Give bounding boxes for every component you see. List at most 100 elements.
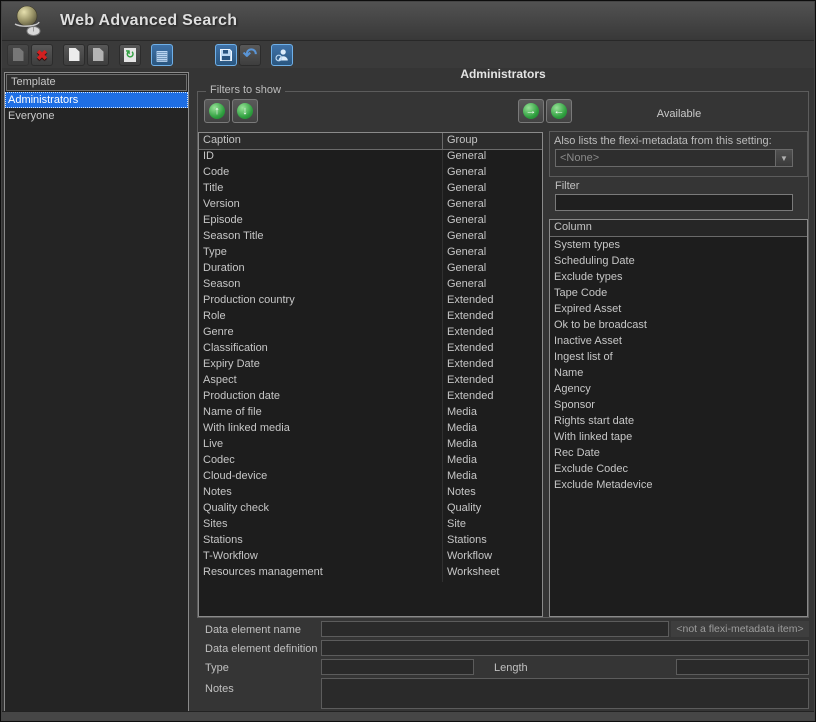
notes-input[interactable] <box>321 678 809 709</box>
table-row[interactable]: SitesSite <box>199 518 542 534</box>
group-cell: Quality <box>443 502 542 518</box>
table-row[interactable]: GenreExtended <box>199 326 542 342</box>
list-item[interactable]: Sponsor <box>550 397 807 413</box>
paste-button[interactable] <box>87 44 109 66</box>
template-panel: Template AdministratorsEveryone <box>4 72 189 715</box>
group-cell: Media <box>443 422 542 438</box>
table-row[interactable]: LiveMedia <box>199 438 542 454</box>
caption-cell: Version <box>199 198 443 214</box>
group-cell: Media <box>443 470 542 486</box>
list-item[interactable]: Scheduling Date <box>550 253 807 269</box>
caption-cell: Classification <box>199 342 443 358</box>
table-row[interactable]: Expiry DateExtended <box>199 358 542 374</box>
filter-input[interactable] <box>555 194 793 211</box>
grid-view-icon: ▦ <box>155 48 168 62</box>
list-item[interactable]: System types <box>550 237 807 253</box>
table-row[interactable]: RoleExtended <box>199 310 542 326</box>
table-row[interactable]: CodecMedia <box>199 454 542 470</box>
user-permissions-button[interactable] <box>271 44 293 66</box>
table-row[interactable]: StationsStations <box>199 534 542 550</box>
list-item[interactable]: Agency <box>550 381 807 397</box>
flexi-setting-value: <None> <box>556 150 775 166</box>
caption-cell: Aspect <box>199 374 443 390</box>
list-item[interactable]: Tape Code <box>550 285 807 301</box>
list-item[interactable]: Exclude Codec <box>550 461 807 477</box>
caption-cell: Quality check <box>199 502 443 518</box>
template-item[interactable]: Administrators <box>5 92 188 108</box>
table-row[interactable]: CodeGeneral <box>199 166 542 182</box>
list-item[interactable]: Rights start date <box>550 413 807 429</box>
table-row[interactable]: SeasonGeneral <box>199 278 542 294</box>
template-item[interactable]: Everyone <box>5 108 188 124</box>
move-right-button[interactable]: → <box>518 99 544 123</box>
caption-cell: Sites <box>199 518 443 534</box>
move-up-button[interactable]: ↑ <box>204 99 230 123</box>
caption-cell: Resources management <box>199 566 443 582</box>
list-item[interactable]: Exclude Metadevice <box>550 477 807 493</box>
group-cell: General <box>443 262 542 278</box>
caption-cell: Genre <box>199 326 443 342</box>
caption-cell: ID <box>199 150 443 166</box>
flexi-metadata-label: Also lists the flexi-metadata from this … <box>550 132 807 149</box>
list-item[interactable]: Expired Asset <box>550 301 807 317</box>
user-permissions-icon <box>275 48 289 62</box>
table-row[interactable]: Quality checkQuality <box>199 502 542 518</box>
data-element-definition-input[interactable] <box>321 640 809 656</box>
data-element-name-input[interactable] <box>321 621 669 637</box>
group-cell: General <box>443 198 542 214</box>
undo-button[interactable]: ↶ <box>239 44 261 66</box>
flexi-setting-dropdown[interactable]: <None> ▼ <box>555 149 793 167</box>
table-row[interactable]: TitleGeneral <box>199 182 542 198</box>
length-input[interactable] <box>676 659 809 675</box>
list-item[interactable]: Name <box>550 365 807 381</box>
table-row[interactable]: Season TitleGeneral <box>199 230 542 246</box>
group-cell: Extended <box>443 390 542 406</box>
table-row[interactable]: AspectExtended <box>199 374 542 390</box>
table-row[interactable]: EpisodeGeneral <box>199 214 542 230</box>
list-item[interactable]: Ok to be broadcast <box>550 317 807 333</box>
group-column-header[interactable]: Group <box>443 133 542 149</box>
table-row[interactable]: IDGeneral <box>199 150 542 166</box>
table-row[interactable]: TypeGeneral <box>199 246 542 262</box>
copy-button[interactable] <box>63 44 85 66</box>
list-item[interactable]: Inactive Asset <box>550 333 807 349</box>
table-row[interactable]: Production countryExtended <box>199 294 542 310</box>
column-list-header[interactable]: Column <box>550 220 807 237</box>
grid-view-button[interactable]: ▦ <box>151 44 173 66</box>
delete-button[interactable]: ✖ <box>31 44 53 66</box>
save-button[interactable] <box>215 44 237 66</box>
list-item[interactable]: Ingest list of <box>550 349 807 365</box>
flexi-status-badge: <not a flexi-metadata item> <box>671 621 809 637</box>
table-row[interactable]: Resources managementWorksheet <box>199 566 542 582</box>
list-item[interactable]: With linked tape <box>550 429 807 445</box>
group-cell: Extended <box>443 342 542 358</box>
data-element-form: Data element name <not a flexi-metadata … <box>197 621 809 713</box>
undo-icon: ↶ <box>243 46 257 63</box>
table-row[interactable]: T-WorkflowWorkflow <box>199 550 542 566</box>
caption-cell: Codec <box>199 454 443 470</box>
flexi-metadata-box: Also lists the flexi-metadata from this … <box>549 131 808 177</box>
new-button[interactable] <box>7 44 29 66</box>
move-down-button[interactable]: ↓ <box>232 99 258 123</box>
table-row[interactable]: Cloud-deviceMedia <box>199 470 542 486</box>
table-row[interactable]: VersionGeneral <box>199 198 542 214</box>
type-input[interactable] <box>321 659 474 675</box>
list-item[interactable]: Rec Date <box>550 445 807 461</box>
caption-cell: Duration <box>199 262 443 278</box>
available-column-list-body: System typesScheduling DateExclude types… <box>550 237 807 493</box>
refresh-icon: ↻ <box>124 48 136 62</box>
table-row[interactable]: With linked mediaMedia <box>199 422 542 438</box>
group-cell: Workflow <box>443 550 542 566</box>
table-row[interactable]: ClassificationExtended <box>199 342 542 358</box>
list-item[interactable]: Exclude types <box>550 269 807 285</box>
filters-table: Caption Group IDGeneralCodeGeneralTitleG… <box>198 132 543 617</box>
table-row[interactable]: DurationGeneral <box>199 262 542 278</box>
table-row[interactable]: Production dateExtended <box>199 390 542 406</box>
dropdown-button[interactable]: ▼ <box>775 150 792 166</box>
group-cell: General <box>443 278 542 294</box>
table-row[interactable]: NotesNotes <box>199 486 542 502</box>
caption-column-header[interactable]: Caption <box>199 133 443 149</box>
type-label: Type <box>205 662 229 674</box>
table-row[interactable]: Name of fileMedia <box>199 406 542 422</box>
refresh-button[interactable]: ↻ <box>119 44 141 66</box>
